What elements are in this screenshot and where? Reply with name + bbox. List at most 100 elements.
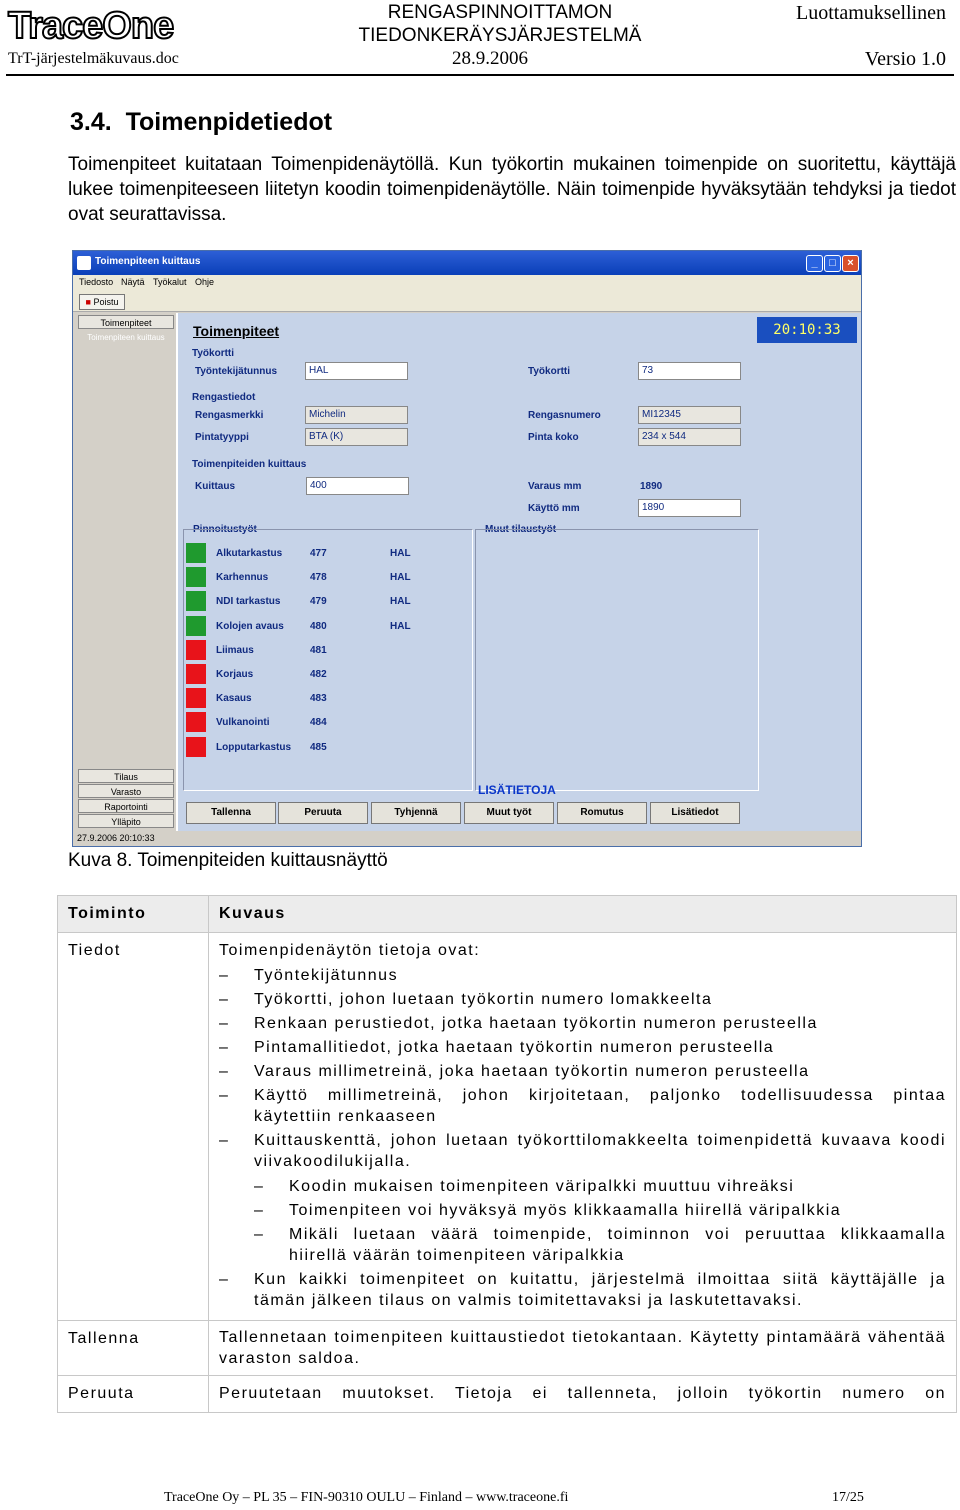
tallenna-button[interactable]: Tallenna (186, 802, 276, 824)
operation-code: 479 (310, 596, 327, 608)
operation-user: HAL (390, 596, 411, 608)
panel-heading: Toimenpiteet (193, 323, 280, 339)
lisatiedot-button[interactable]: Lisätiedot (650, 802, 740, 824)
operation-user: HAL (390, 548, 411, 559)
window-titlebar: Toimenpiteen kuittaus _ □ × (73, 251, 861, 275)
exit-icon: ■ (85, 297, 91, 307)
operation-name: Vulkanointi (216, 717, 270, 729)
tyokortti-field[interactable]: 73 (638, 362, 741, 380)
list-item: Renkaan perustiedot, jotka haetaan työko… (219, 1013, 946, 1034)
list-item: Työntekijätunnus (219, 965, 946, 986)
traceone-logo: TraceOne (6, 4, 238, 48)
list-item: Työkortti, johon luetaan työkortin numer… (219, 989, 946, 1010)
logo-text: TraceOne (8, 5, 173, 46)
nav-raportointi[interactable]: Raportointi (78, 799, 174, 813)
maximize-icon[interactable]: □ (824, 255, 841, 272)
row-label-tiedot: Tiedot (57, 932, 209, 1321)
footer-address: TraceOne Oy – PL 35 – FIN-90310 OULU – F… (164, 1490, 569, 1505)
menu-tiedosto[interactable]: Tiedosto (79, 277, 113, 287)
status-color-bar[interactable] (186, 736, 206, 757)
label-rengasmerkki: Rengasmerkki (195, 410, 264, 421)
confidential-label: Luottamuksellinen (796, 2, 946, 24)
tyhjenna-button[interactable]: Tyhjennä (371, 802, 461, 824)
varaus-value: 1890 (640, 481, 663, 492)
operation-name: Karhennus (216, 572, 269, 584)
menu-nayta[interactable]: Näytä (121, 277, 145, 287)
header-toiminto: Toiminto (57, 895, 209, 933)
doc-version: Versio 1.0 (864, 48, 946, 70)
status-color-bar[interactable] (186, 664, 206, 684)
operation-user: HAL (390, 620, 411, 632)
muut-tyot-button[interactable]: Muut työt (464, 802, 554, 824)
main-panel: Toimenpiteet 20:10:33 Työkortti Työnteki… (178, 313, 861, 831)
list-item-kuittauskentta: Kuittauskenttä, johon luetaan työkorttil… (219, 1130, 946, 1266)
list-item: Pintamallitiedot, jotka haetaan työkorti… (219, 1037, 946, 1058)
nav-tilaus[interactable]: Tilaus (78, 769, 174, 783)
label-pintatyyppi: Pintatyyppi (195, 432, 249, 443)
menu-ohje[interactable]: Ohje (195, 277, 214, 287)
exit-button-label: Poistu (93, 297, 119, 307)
header-rule (6, 74, 954, 76)
operation-code: 477 (310, 548, 327, 559)
label-tyokortti: Työkortti (528, 366, 571, 377)
nav-toimenpiteet[interactable]: Toimenpiteet (78, 315, 174, 329)
kaytto-input[interactable]: 1890 (638, 499, 741, 517)
operation-code: 478 (310, 572, 327, 584)
operation-name: Alkutarkastus (216, 548, 283, 559)
table-row: Peruuta Peruutetaan muutokset. Tietoja e… (57, 1375, 957, 1413)
kuittaus-input[interactable]: 400 (306, 477, 409, 495)
tiedot-sublist: Koodin mukaisen toimenpiteen väripalkki … (254, 1176, 946, 1266)
nav-yllapito[interactable]: Ylläpito (78, 814, 174, 828)
operation-code: 483 (310, 693, 327, 705)
list-item: Kun kaikki toimenpiteet on kuitattu, jär… (219, 1269, 946, 1311)
list-item: Käyttö millimetreinä, johon kirjoitetaan… (219, 1085, 946, 1127)
operation-code: 484 (310, 717, 327, 729)
operation-name: NDI tarkastus (216, 596, 281, 608)
status-bar: 27.9.2006 20:10:33 (73, 831, 861, 846)
exit-button[interactable]: ■ Poistu (79, 294, 125, 310)
lisatietoja-label[interactable]: LISÄTIETOJA (478, 783, 556, 797)
label-kaytto: Käyttö mm (528, 503, 580, 514)
window-title: Toimenpiteen kuittaus (95, 256, 201, 267)
operation-name: Kasaus (216, 693, 252, 705)
status-color-bar[interactable] (186, 712, 206, 733)
group-kuittaus: Toimenpiteiden kuittaus (192, 459, 307, 470)
label-pintakoko: Pinta koko (528, 432, 579, 443)
operation-name: Korjaus (216, 669, 254, 680)
label-rengasnumero: Rengasnumero (528, 410, 601, 421)
header-title-line1: RENGASPINNOITTAMON (387, 2, 613, 23)
status-color-bar[interactable] (186, 567, 206, 588)
close-icon[interactable]: × (842, 255, 859, 272)
status-color-bar[interactable] (186, 615, 206, 636)
romutus-button[interactable]: Romutus (557, 802, 647, 824)
pintakoko-field: 234 x 544 (638, 428, 741, 446)
operation-name: Liimaus (216, 644, 254, 656)
tiedot-list: Työntekijätunnus Työkortti, johon luetaa… (219, 965, 946, 1311)
table-row: Tallenna Tallennetaan toimenpiteen kuitt… (57, 1320, 957, 1376)
operation-user: HAL (390, 572, 411, 584)
status-color-bar[interactable] (186, 639, 206, 660)
label-kuittaus: Kuittaus (195, 481, 235, 492)
table-header-row: Toiminto Kuvaus (57, 895, 957, 933)
peruuta-button[interactable]: Peruuta (278, 802, 368, 824)
section-title: Toimenpidetiedot (125, 108, 333, 136)
row-label-tallenna: Tallenna (57, 1320, 209, 1376)
doc-date: 28.9.2006 (452, 48, 528, 69)
group-tyokortti: Työkortti (192, 348, 235, 359)
function-table: Toiminto Kuvaus Tiedot Toimenpidenäytön … (57, 895, 957, 1413)
nav-toimenpiteen-kuittaus[interactable]: Toimenpiteen kuittaus (78, 333, 174, 342)
tyontekijatunnus-field[interactable]: HAL (305, 362, 408, 380)
status-color-bar[interactable] (186, 688, 206, 709)
navigation-panel: Toimenpiteet Toimenpiteen kuittaus Tilau… (76, 313, 178, 831)
rengasmerkki-field: Michelin (305, 406, 408, 424)
status-color-bar[interactable] (186, 591, 206, 612)
clock-display: 20:10:33 (757, 317, 857, 343)
minimize-icon[interactable]: _ (806, 255, 823, 272)
group-rengastiedot: Rengastiedot (192, 392, 256, 403)
header-kuvaus: Kuvaus (208, 895, 957, 933)
nav-varasto[interactable]: Varasto (78, 784, 174, 798)
menu-tyokalut[interactable]: Työkalut (153, 277, 187, 287)
label-varaus: Varaus mm (528, 481, 582, 492)
row-desc-tallenna: Tallennetaan toimenpiteen kuittaustiedot… (208, 1320, 957, 1376)
status-color-bar[interactable] (186, 543, 206, 563)
